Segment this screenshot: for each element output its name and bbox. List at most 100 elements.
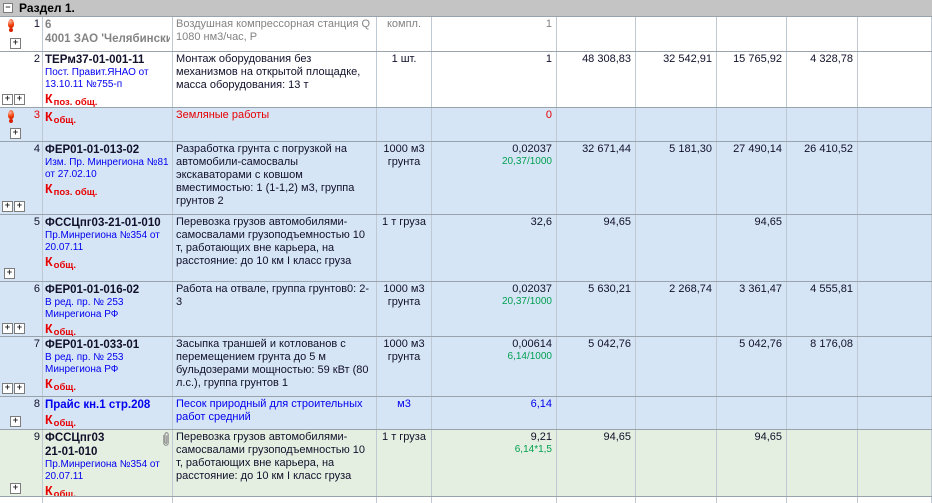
cost-cell[interactable]	[858, 430, 932, 496]
cost-cell[interactable]: 5 042,76	[557, 337, 636, 396]
cost-cell[interactable]	[636, 215, 717, 281]
cost-cell[interactable]	[557, 17, 636, 51]
unit-cell[interactable]: м3	[377, 397, 432, 429]
justification-cell[interactable]: ФССЦпг0321-01-010Пр.Минрегиона №354 от 2…	[43, 430, 173, 496]
cost-cell[interactable]: 2 268,74	[636, 282, 717, 336]
justification-cell[interactable]: Кобщ.	[43, 108, 173, 141]
expand-icon[interactable]: +	[2, 323, 13, 334]
description-cell[interactable]: Воздушная компрессорная станция Q 1080 н…	[173, 17, 377, 51]
justification-cell[interactable]: Прайс кн.1 стр.208Кобщ.	[43, 397, 173, 429]
quantity-cell[interactable]: 0,006146,14/1000	[432, 337, 557, 396]
expand-icon[interactable]: +	[2, 201, 13, 212]
estimate-row-6[interactable]: ++6ФЕР01-01-016-02В ред. пр. № 253 Минре…	[0, 282, 932, 337]
cost-cell[interactable]	[858, 337, 932, 396]
expand-icon[interactable]: +	[2, 94, 13, 105]
cost-cell[interactable]: 5 042,76	[717, 337, 787, 396]
cost-cell[interactable]: 27 490,14	[717, 142, 787, 214]
justification-cell[interactable]: 64001 ЗАО 'Челябински	[43, 17, 173, 51]
cost-cell[interactable]: 3 361,47	[717, 282, 787, 336]
description-cell[interactable]: Перевозка грузов автомобилями-самосвалам…	[173, 430, 377, 496]
justification-cell[interactable]: ФЕР01-01-016-02В ред. пр. № 253 Минрегио…	[43, 282, 173, 336]
unit-cell[interactable]: 1 шт.	[377, 52, 432, 107]
cost-cell[interactable]: 4 555,81	[787, 282, 858, 336]
estimate-row-8[interactable]: +8Прайс кн.1 стр.208Кобщ.Песок природный…	[0, 397, 932, 430]
description-cell[interactable]: Перевозка грузов автомобилями-самосвалам…	[173, 215, 377, 281]
cost-cell[interactable]: 15 765,92	[717, 52, 787, 107]
quantity-cell[interactable]: 32,6	[432, 215, 557, 281]
cost-cell[interactable]: 32 542,91	[636, 52, 717, 107]
cost-cell[interactable]	[787, 397, 858, 429]
cost-cell[interactable]	[858, 215, 932, 281]
cost-cell[interactable]	[717, 397, 787, 429]
unit-cell[interactable]: компл.	[377, 17, 432, 51]
unit-cell[interactable]: 1000 м3 грунта	[377, 337, 432, 396]
justification-cell[interactable]: ТЕРм37-01-001-11Пост. Правит.ЯНАО от 13.…	[43, 52, 173, 107]
cost-cell[interactable]	[557, 108, 636, 141]
cost-cell[interactable]	[787, 17, 858, 51]
cost-cell[interactable]: 32 671,44	[557, 142, 636, 214]
expand-icon[interactable]: +	[2, 383, 13, 394]
quantity-cell[interactable]: 1	[432, 52, 557, 107]
section-header[interactable]: − Раздел 1.	[0, 0, 932, 17]
cost-cell[interactable]: 94,65	[557, 215, 636, 281]
estimate-row-9[interactable]: +9ФССЦпг0321-01-010Пр.Минрегиона №354 от…	[0, 430, 932, 497]
description-cell[interactable]: Монтаж оборудования без механизмов на от…	[173, 52, 377, 107]
unit-cell[interactable]: 1000 м3 грунта	[377, 282, 432, 336]
cost-cell[interactable]	[636, 337, 717, 396]
cost-cell[interactable]	[858, 17, 932, 51]
cost-cell[interactable]: 26 410,52	[787, 142, 858, 214]
description-cell[interactable]: Песок природный для строительных работ с…	[173, 397, 377, 429]
cost-cell[interactable]: 5 630,21	[557, 282, 636, 336]
cost-cell[interactable]	[717, 108, 787, 141]
cost-cell[interactable]: 94,65	[557, 430, 636, 496]
expand-icon[interactable]: +	[10, 483, 21, 494]
estimate-row-5[interactable]: +5ФССЦпг03-21-01-010Пр.Минрегиона №354 о…	[0, 215, 932, 282]
cost-cell[interactable]: 94,65	[717, 430, 787, 496]
quantity-cell[interactable]: 9,216,14*1,5	[432, 430, 557, 496]
expand-icon[interactable]: +	[14, 201, 25, 212]
cost-cell[interactable]: 8 176,08	[787, 337, 858, 396]
justification-cell[interactable]: ФЕР01-01-033-01В ред. пр. № 253 Минрегио…	[43, 337, 173, 396]
expand-icon[interactable]: +	[10, 416, 21, 427]
unit-cell[interactable]: 1 т груза	[377, 215, 432, 281]
expand-icon[interactable]: +	[14, 94, 25, 105]
cost-cell[interactable]	[787, 430, 858, 496]
expand-icon[interactable]: +	[4, 268, 15, 279]
justification-cell[interactable]: ФЕР01-01-013-02Изм. Пр. Минрегиона №81 о…	[43, 142, 173, 214]
description-cell[interactable]: Разработка грунта с погрузкой на автомоб…	[173, 142, 377, 214]
estimate-row-7[interactable]: ++7ФЕР01-01-033-01В ред. пр. № 253 Минре…	[0, 337, 932, 397]
cost-cell[interactable]: 4 328,78	[787, 52, 858, 107]
unit-cell[interactable]: 1000 м3 грунта	[377, 142, 432, 214]
description-cell[interactable]: Земляные работы	[173, 108, 377, 141]
unit-cell[interactable]: 1 т груза	[377, 430, 432, 496]
description-cell[interactable]: Работа на отвале, группа грунтов0: 2-3	[173, 282, 377, 336]
cost-cell[interactable]	[636, 17, 717, 51]
cost-cell[interactable]	[858, 108, 932, 141]
cost-cell[interactable]: 48 308,83	[557, 52, 636, 107]
expand-icon[interactable]: +	[10, 38, 21, 49]
cost-cell[interactable]	[787, 215, 858, 281]
justification-cell[interactable]: ФССЦпг03-21-01-010Пр.Минрегиона №354 от …	[43, 215, 173, 281]
cost-cell[interactable]	[787, 108, 858, 141]
cost-cell[interactable]	[717, 17, 787, 51]
expand-icon[interactable]: +	[10, 128, 21, 139]
cost-cell[interactable]	[858, 142, 932, 214]
cost-cell[interactable]	[858, 52, 932, 107]
collapse-icon[interactable]: −	[3, 3, 13, 13]
cost-cell[interactable]: 94,65	[717, 215, 787, 281]
cost-cell[interactable]	[636, 108, 717, 141]
estimate-row-3[interactable]: +3Кобщ.Земляные работы0	[0, 108, 932, 142]
cost-cell[interactable]	[557, 397, 636, 429]
expand-icon[interactable]: +	[14, 383, 25, 394]
expand-icon[interactable]: +	[14, 323, 25, 334]
unit-cell[interactable]	[377, 108, 432, 141]
estimate-row-4[interactable]: ++4ФЕР01-01-013-02Изм. Пр. Минрегиона №8…	[0, 142, 932, 215]
cost-cell[interactable]	[858, 397, 932, 429]
quantity-cell[interactable]: 0	[432, 108, 557, 141]
quantity-cell[interactable]: 0,0203720,37/1000	[432, 142, 557, 214]
quantity-cell[interactable]: 1	[432, 17, 557, 51]
paperclip-icon[interactable]	[161, 431, 171, 447]
description-cell[interactable]: Засыпка траншей и котлованов с перемещен…	[173, 337, 377, 396]
cost-cell[interactable]	[636, 397, 717, 429]
estimate-row-2[interactable]: ++2ТЕРм37-01-001-11Пост. Правит.ЯНАО от …	[0, 52, 932, 108]
